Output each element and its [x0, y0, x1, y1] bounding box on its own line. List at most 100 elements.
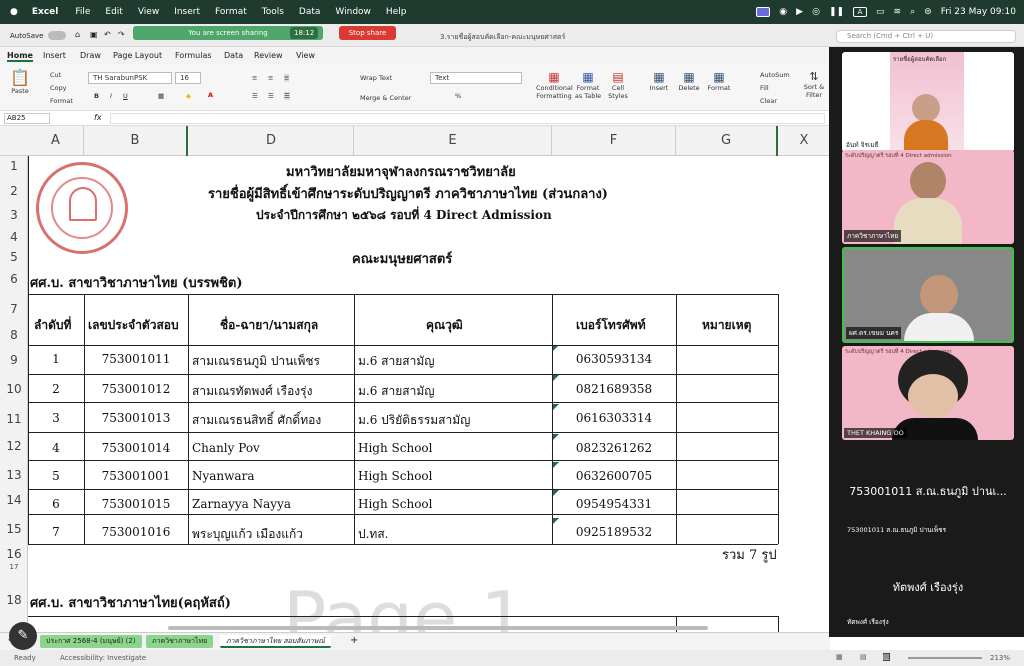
undo-icon[interactable]: ↶: [104, 30, 111, 39]
home-icon[interactable]: ⌂: [75, 30, 80, 39]
app-name[interactable]: Excel: [32, 7, 58, 17]
table-cell[interactable]: 753001014: [84, 441, 188, 455]
participant-tile[interactable]: ระดับปริญญาตรี รอบที่ 4 Direct admission…: [842, 150, 1014, 244]
row-header[interactable]: 6: [0, 272, 28, 286]
table-cell[interactable]: 5: [28, 469, 84, 483]
align-left-icon[interactable]: ☰: [252, 92, 258, 100]
tab-insert[interactable]: Insert: [43, 51, 66, 60]
participant-tile[interactable]: ทัตพงศ์ เรืองรุ่ง ทัตพงศ์ เรืองรุ่ง: [842, 542, 1014, 630]
search-input[interactable]: Search (Cmd + Ctrl + U): [836, 30, 1016, 43]
table-cell[interactable]: 6: [28, 497, 84, 511]
chat-icon[interactable]: ◎: [812, 7, 820, 17]
page-layout-icon[interactable]: ▤: [860, 653, 867, 661]
row-header[interactable]: 11: [0, 412, 28, 426]
participant-tile-active[interactable]: ผศ.ดร.เขษม นคร: [842, 247, 1014, 343]
row-header[interactable]: 17: [0, 563, 28, 571]
row-header[interactable]: 2: [0, 184, 28, 198]
play-icon[interactable]: ▶: [796, 7, 803, 17]
row-header[interactable]: 12: [0, 439, 28, 453]
menu-window[interactable]: Window: [335, 7, 371, 17]
menu-insert[interactable]: Insert: [174, 7, 200, 17]
table-cell[interactable]: 753001015: [84, 497, 188, 511]
table-cell[interactable]: 1: [28, 352, 84, 366]
table-cell[interactable]: 7: [28, 525, 84, 539]
align-center-icon[interactable]: ☰: [268, 92, 274, 100]
row-header[interactable]: 18: [0, 593, 28, 607]
insert-cells-button[interactable]: ▦ Insert: [646, 70, 672, 92]
column-header[interactable]: B: [84, 126, 188, 156]
table-cell[interactable]: ป.ทส.: [358, 525, 388, 544]
tab-formulas[interactable]: Formulas: [175, 51, 212, 60]
menu-file[interactable]: File: [75, 7, 90, 17]
save-icon[interactable]: ▣: [90, 30, 98, 39]
column-header[interactable]: E: [354, 126, 552, 156]
table-cell[interactable]: 753001016: [84, 525, 188, 539]
percent-icon[interactable]: %: [455, 92, 461, 100]
sheet-tab[interactable]: ภาควิชาภาษาไทย: [146, 635, 214, 648]
align-middle-icon[interactable]: ≡: [268, 74, 273, 82]
column-header[interactable]: D: [189, 126, 354, 156]
row-header[interactable]: 15: [0, 522, 28, 536]
table-cell[interactable]: 0821689358: [552, 382, 676, 396]
participant-tile[interactable]: รายชื่อผู้สอบคัดเลือก อันท์ จิรเมธี: [842, 52, 1014, 152]
pause-icon[interactable]: ❚❚: [829, 7, 844, 17]
cut-button[interactable]: Cut: [50, 71, 61, 79]
table-cell[interactable]: High School: [358, 469, 432, 483]
row-header[interactable]: 4: [0, 230, 28, 244]
underline-icon[interactable]: U: [123, 92, 128, 100]
fill-color-icon[interactable]: ◆: [186, 92, 191, 100]
table-cell[interactable]: 0616303314: [552, 411, 676, 425]
table-cell[interactable]: High School: [358, 441, 432, 455]
column-header[interactable]: F: [552, 126, 676, 156]
table-cell[interactable]: 753001013: [84, 411, 188, 425]
wifi-icon[interactable]: ≋: [894, 7, 902, 17]
autosum-button[interactable]: AutoSum: [760, 71, 790, 79]
align-bottom-icon[interactable]: ≡: [284, 74, 290, 82]
tab-draw[interactable]: Draw: [80, 51, 101, 60]
clear-button[interactable]: Clear: [760, 97, 777, 105]
format-painter-button[interactable]: Format: [50, 97, 73, 105]
table-cell[interactable]: 2: [28, 382, 84, 396]
cell-styles-button[interactable]: ▤ Cell Styles: [604, 70, 632, 100]
table-cell[interactable]: 0632600705: [552, 469, 676, 483]
clock[interactable]: Fri 23 May 09:10: [941, 7, 1016, 17]
search-icon[interactable]: ⌕: [910, 7, 915, 17]
font-color-icon[interactable]: A: [208, 91, 213, 99]
tab-data[interactable]: Data: [224, 51, 243, 60]
row-header[interactable]: 8: [0, 328, 28, 342]
table-cell[interactable]: สามเณรทัตพงศ์ เรืองรุ่ง: [192, 382, 312, 401]
align-right-icon[interactable]: ☰: [284, 92, 290, 100]
conditional-formatting-button[interactable]: ▦ Conditional Formatting: [536, 70, 573, 100]
table-cell[interactable]: 753001001: [84, 469, 188, 483]
table-cell[interactable]: พระบุญแก้ว เมืองแก้ว: [192, 525, 303, 544]
apple-icon[interactable]: ●: [10, 7, 18, 17]
merge-center-button[interactable]: Merge & Center: [360, 94, 411, 102]
stop-share-button[interactable]: Stop share: [339, 26, 396, 40]
sheet-tab[interactable]: ประกาศ 2568-4 (มนุษย์) (2): [40, 635, 142, 648]
table-cell[interactable]: High School: [358, 497, 432, 511]
tab-view[interactable]: View: [296, 51, 315, 60]
row-header[interactable]: 10: [0, 382, 28, 396]
format-as-table-button[interactable]: ▦ Format as Table: [574, 70, 602, 100]
row-header[interactable]: 9: [0, 353, 28, 367]
sheet-grid[interactable]: Page 1 มหาวิทยาลัยมหาจุฬาลงกรณราชวิทยาลั…: [28, 156, 830, 632]
name-box[interactable]: AB25: [4, 113, 50, 124]
participant-tile[interactable]: ระดับปริญญาตรี รอบที่ 4 Direct admission…: [842, 346, 1014, 440]
fx-icon[interactable]: fx: [94, 113, 102, 122]
menu-data[interactable]: Data: [299, 7, 321, 17]
table-cell[interactable]: Chanly Pov: [192, 441, 260, 455]
menu-edit[interactable]: Edit: [105, 7, 122, 17]
tab-home[interactable]: Home: [7, 51, 33, 62]
menu-view[interactable]: View: [138, 7, 159, 17]
table-cell[interactable]: Zarnayya Nayya: [192, 497, 291, 511]
table-cell[interactable]: 0925189532: [552, 525, 676, 539]
copy-button[interactable]: Copy: [50, 84, 67, 92]
bold-icon[interactable]: B: [94, 92, 99, 100]
wrap-text-button[interactable]: Wrap Text: [360, 74, 392, 82]
table-cell[interactable]: 4: [28, 441, 84, 455]
row-header[interactable]: 5: [0, 250, 28, 264]
accessibility-status[interactable]: Accessibility: Investigate: [60, 654, 146, 662]
align-top-icon[interactable]: ≡: [252, 74, 257, 82]
file-name[interactable]: 3.รายชื่อผู้สอบคัดเลือก-คณะมนุษยศาสตร์: [440, 32, 565, 43]
table-cell[interactable]: 0630593134: [552, 352, 676, 366]
